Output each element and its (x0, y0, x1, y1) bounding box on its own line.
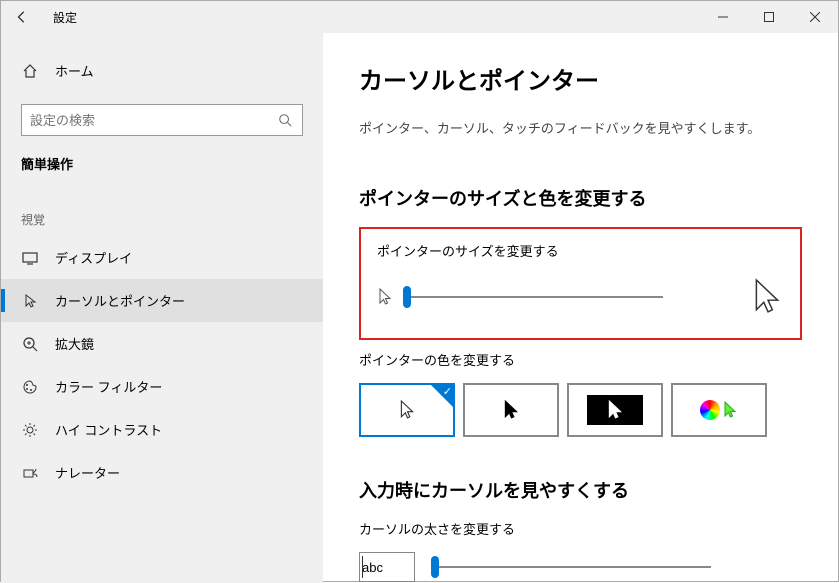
magnifier-icon (21, 335, 39, 353)
large-cursor-icon (750, 274, 784, 320)
black-bg (587, 395, 643, 425)
rainbow-icon (700, 400, 720, 420)
section-label: 視覚 (1, 193, 323, 236)
close-button[interactable] (792, 1, 838, 33)
group-title: 簡単操作 (1, 154, 323, 193)
pointer-color-options (359, 383, 802, 437)
color-option-custom[interactable] (671, 383, 767, 437)
color-option-black[interactable] (463, 383, 559, 437)
pointer-size-slider-row (377, 274, 784, 320)
minimize-button[interactable] (700, 1, 746, 33)
pointer-color-label: ポインターの色を変更する (359, 350, 802, 369)
sidebar-item-label: 拡大鏡 (55, 334, 94, 353)
window-title: 設定 (53, 9, 77, 26)
color-option-inverted[interactable] (567, 383, 663, 437)
sample-text: abc (362, 560, 383, 575)
thickness-preview: abc (359, 552, 415, 582)
narrator-icon (21, 464, 39, 482)
sidebar-item-label: カーソルとポインター (55, 291, 185, 310)
highlight-box: ポインターのサイズを変更する (359, 227, 802, 340)
sidebar-item-display[interactable]: ディスプレイ (1, 236, 323, 279)
check-icon (431, 385, 453, 407)
home-icon (21, 62, 39, 80)
sidebar-item-high-contrast[interactable]: ハイ コントラスト (1, 408, 323, 451)
content-pane: カーソルとポインター ポインター、カーソル、タッチのフィードバックを見やすくしま… (323, 33, 838, 583)
slider-thumb[interactable] (431, 556, 439, 578)
palette-icon (21, 378, 39, 396)
home-label: ホーム (55, 61, 94, 80)
pointer-size-label: ポインターのサイズを変更する (377, 241, 784, 260)
slider-thumb[interactable] (403, 286, 411, 308)
cursor-thickness-slider[interactable] (431, 566, 711, 568)
search-input[interactable] (30, 113, 276, 128)
page-heading: カーソルとポインター (359, 61, 802, 96)
sidebar-item-label: ディスプレイ (55, 248, 132, 267)
section-heading: 入力時にカーソルを見やすくする (359, 477, 802, 503)
search-box[interactable] (21, 104, 303, 136)
contrast-icon (21, 421, 39, 439)
cursor-icon (21, 292, 39, 310)
pointer-size-slider[interactable] (403, 296, 663, 298)
maximize-button[interactable] (746, 1, 792, 33)
sidebar: ホーム 簡単操作 視覚 ディスプレイ カーソルとポインター 拡大鏡 カラー フィ… (1, 33, 323, 583)
home-nav[interactable]: ホーム (1, 51, 323, 90)
sidebar-item-narrator[interactable]: ナレーター (1, 451, 323, 494)
page-description: ポインター、カーソル、タッチのフィードバックを見やすくします。 (359, 118, 802, 137)
display-icon (21, 249, 39, 267)
sidebar-item-label: カラー フィルター (55, 377, 162, 396)
section-heading: ポインターのサイズと色を変更する (359, 185, 802, 211)
color-option-white[interactable] (359, 383, 455, 437)
small-cursor-icon (377, 287, 393, 307)
sidebar-item-label: ハイ コントラスト (55, 420, 162, 439)
sidebar-item-magnifier[interactable]: 拡大鏡 (1, 322, 323, 365)
caret-icon (362, 556, 363, 578)
cursor-thickness-row: abc (359, 552, 802, 582)
sidebar-item-color-filter[interactable]: カラー フィルター (1, 365, 323, 408)
cursor-thickness-label: カーソルの太さを変更する (359, 519, 802, 538)
search-icon (276, 111, 294, 129)
title-bar: 設定 (1, 1, 838, 33)
sidebar-item-label: ナレーター (55, 463, 120, 482)
sidebar-item-cursor-pointer[interactable]: カーソルとポインター (1, 279, 323, 322)
back-button[interactable] (1, 1, 43, 33)
